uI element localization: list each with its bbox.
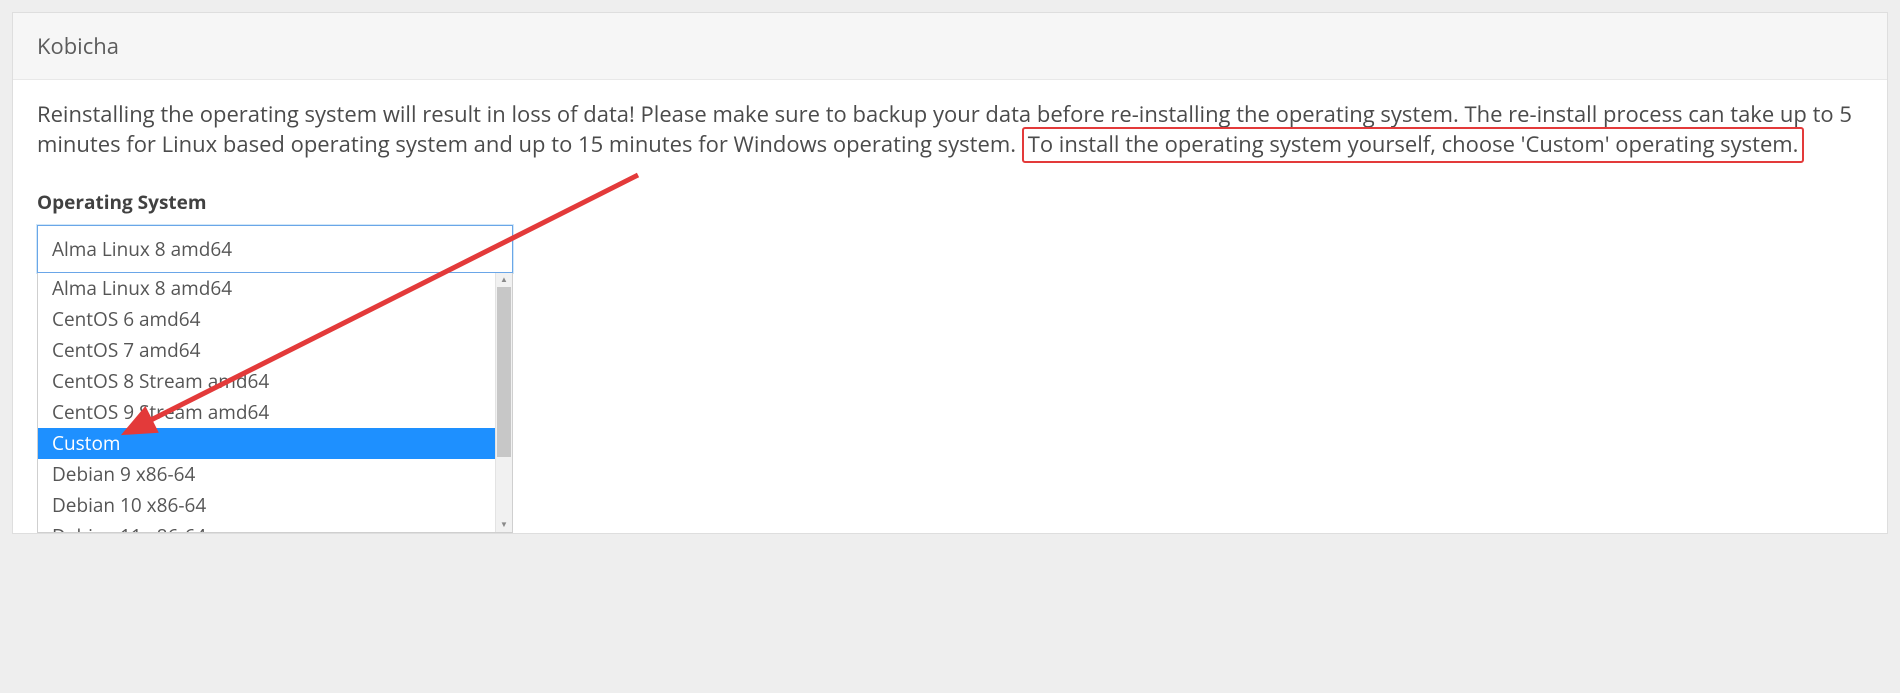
- os-option[interactable]: CentOS 6 amd64: [38, 304, 512, 335]
- main-panel: Kobicha Reinstalling the operating syste…: [12, 12, 1888, 534]
- warning-highlighted: To install the operating system yourself…: [1022, 127, 1805, 163]
- os-option[interactable]: Alma Linux 8 amd64: [38, 273, 512, 304]
- scrollbar[interactable]: ▲ ▼: [495, 273, 512, 532]
- os-option[interactable]: Debian 10 x86-64: [38, 490, 512, 521]
- scroll-up-icon[interactable]: ▲: [496, 273, 512, 287]
- os-select-wrap: Alma Linux 8 amd64 Alma Linux 8 amd64Cen…: [37, 225, 513, 533]
- os-option[interactable]: Debian 9 x86-64: [38, 459, 512, 490]
- os-option[interactable]: Debian 11 x86-64: [38, 521, 512, 533]
- os-option[interactable]: CentOS 7 amd64: [38, 335, 512, 366]
- scroll-down-icon[interactable]: ▼: [496, 518, 512, 532]
- os-option[interactable]: CentOS 9 Stream amd64: [38, 397, 512, 428]
- scrollbar-thumb[interactable]: [497, 287, 511, 457]
- warning-text: Reinstalling the operating system will r…: [37, 100, 1863, 159]
- os-select[interactable]: Alma Linux 8 amd64: [37, 225, 513, 273]
- panel-title: Kobicha: [13, 13, 1887, 80]
- os-option[interactable]: CentOS 8 Stream amd64: [38, 366, 512, 397]
- os-field-label: Operating System: [37, 189, 1863, 215]
- os-dropdown-list: Alma Linux 8 amd64CentOS 6 amd64CentOS 7…: [38, 273, 512, 533]
- os-dropdown: Alma Linux 8 amd64CentOS 6 amd64CentOS 7…: [37, 273, 513, 533]
- panel-body: Reinstalling the operating system will r…: [13, 80, 1887, 533]
- os-option[interactable]: Custom: [38, 428, 512, 459]
